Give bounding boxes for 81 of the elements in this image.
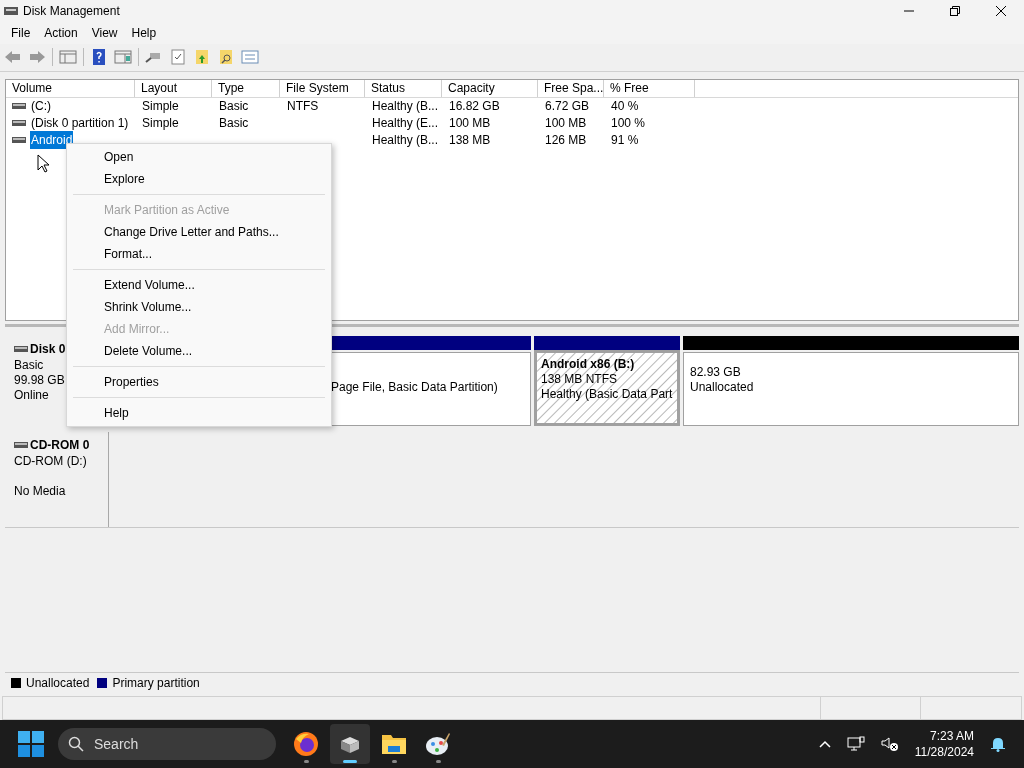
table-cell[interactable]: Android xyxy=(30,131,74,150)
upload-folder-icon[interactable] xyxy=(193,48,211,67)
table-cell-text: 16.82 GB xyxy=(448,98,501,116)
column-header[interactable]: File System xyxy=(280,79,365,97)
table-cell-text: 126 MB xyxy=(544,132,588,150)
partition-title: Android x86 (B:) xyxy=(541,357,636,373)
table-cell-text: Basic xyxy=(218,115,250,133)
disk-name: CD-ROM 0 xyxy=(30,437,90,455)
drive-icon xyxy=(12,119,26,128)
menu-option[interactable]: Change Drive Letter and Paths... xyxy=(67,221,331,243)
pane-icon[interactable] xyxy=(59,48,77,67)
partition-info: Page File, Basic Data Partition) xyxy=(331,380,499,396)
disk-app-icon xyxy=(4,4,18,17)
column-header[interactable]: Type xyxy=(212,79,280,97)
clock-time: 7:23 AM xyxy=(929,728,974,745)
column-header[interactable]: Free Spa... xyxy=(538,79,604,97)
table-cell[interactable]: (Disk 0 partition 1) xyxy=(30,114,130,133)
palette-icon xyxy=(425,731,451,758)
column-header[interactable]: Capacity xyxy=(442,79,538,97)
mouse-pointer-icon xyxy=(37,154,49,173)
legend-label: Unallocated xyxy=(26,674,90,692)
table-cell-text: Healthy (E... xyxy=(371,115,440,133)
disk-info: CD-ROM (D:) xyxy=(14,454,88,470)
menu-option[interactable]: Extend Volume... xyxy=(67,274,331,296)
search-icon xyxy=(68,736,84,753)
checklist-icon[interactable] xyxy=(169,48,187,67)
table-cell-text: 138 MB xyxy=(448,132,492,150)
column-header[interactable]: Status xyxy=(365,79,442,97)
menu-item[interactable]: Help xyxy=(124,23,164,42)
taskbar-app[interactable] xyxy=(330,724,370,765)
menu-option[interactable]: Shrink Volume... xyxy=(67,296,331,318)
table-cell-text: Simple xyxy=(141,115,180,133)
disk-info: 99.98 GB xyxy=(14,373,66,389)
legend-label: Primary partition xyxy=(112,674,200,692)
table-cell[interactable]: (C:) xyxy=(30,97,52,116)
chevron-up-icon[interactable] xyxy=(818,740,831,749)
table-cell-text: Simple xyxy=(141,98,180,116)
drive-icon xyxy=(14,345,28,354)
drive-icon xyxy=(12,136,26,145)
windows-start-icon[interactable] xyxy=(18,731,44,758)
table-cell-text: 6.72 GB xyxy=(544,98,591,116)
search-field[interactable]: Search xyxy=(58,728,276,761)
menu-item[interactable]: File xyxy=(4,23,38,42)
bell-icon[interactable] xyxy=(990,736,1006,753)
column-header[interactable]: % Free xyxy=(604,79,695,97)
clock-date: 11/28/2024 xyxy=(914,744,974,761)
partition-box[interactable]: 82.93 GB Unallocated xyxy=(683,352,1019,427)
folder-icon xyxy=(381,732,407,757)
table-cell-text: Healthy (B... xyxy=(371,98,440,116)
column-header[interactable]: Layout xyxy=(135,79,212,97)
table-cell-text: NTFS xyxy=(286,98,320,116)
table-cell-text: 100 % xyxy=(610,115,647,133)
menu-option[interactable]: Format... xyxy=(67,243,331,265)
search-folder-icon[interactable] xyxy=(217,48,235,67)
menu-option[interactable]: Explore xyxy=(67,168,331,190)
menu-item[interactable]: Action xyxy=(37,23,85,42)
partition-info: Unallocated xyxy=(690,380,755,396)
restore-icon[interactable] xyxy=(949,4,961,17)
drive-icon xyxy=(14,441,28,450)
table-cell-text: 91 % xyxy=(610,132,640,150)
disk-info: Online xyxy=(14,388,50,404)
disk-info: Basic xyxy=(14,358,45,374)
partition-info: 82.93 GB xyxy=(690,365,742,381)
partition-info: 138 MB NTFS xyxy=(541,372,619,388)
network-icon[interactable] xyxy=(846,736,865,753)
speaker-muted-icon[interactable] xyxy=(880,736,899,753)
window-title: Disk Management xyxy=(23,2,120,20)
column-header[interactable]: Volume xyxy=(6,79,135,97)
close-icon[interactable] xyxy=(995,4,1007,17)
disk-name: Disk 0 xyxy=(30,341,66,359)
drive-icon xyxy=(12,102,26,111)
window-icon[interactable] xyxy=(114,48,132,67)
disk-info: No Media xyxy=(14,484,67,500)
table-cell-text: 100 MB xyxy=(544,115,588,133)
table-cell-text: 100 MB xyxy=(448,115,492,133)
help-icon[interactable] xyxy=(90,48,108,67)
table-cell-text: Basic xyxy=(218,98,250,116)
menu-item[interactable]: View xyxy=(84,23,125,42)
table-cell-text: 40 % xyxy=(610,98,640,116)
fox-globe-icon xyxy=(293,731,319,758)
table-cell-text: Healthy (B... xyxy=(371,132,440,150)
